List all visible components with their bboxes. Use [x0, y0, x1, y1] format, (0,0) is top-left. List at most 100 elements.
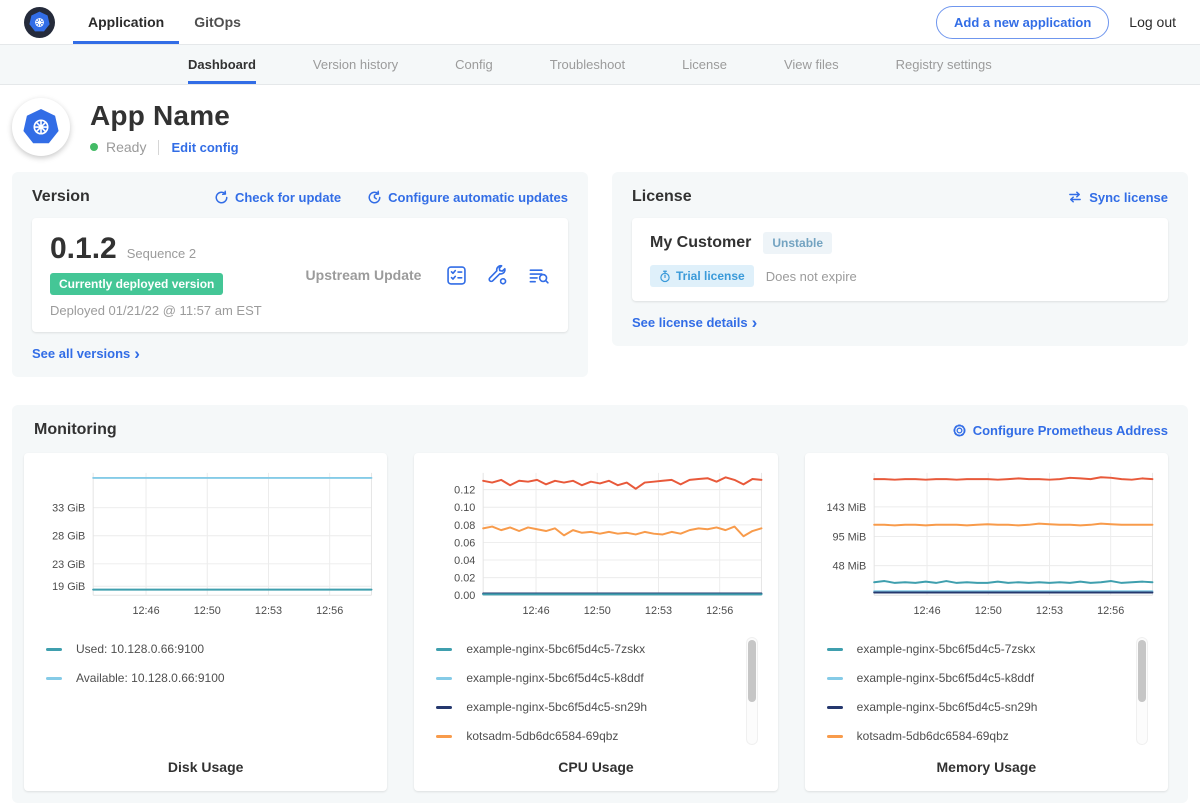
legend-label: example-nginx-5bc6f5d4c5-7zskx	[857, 642, 1036, 656]
svg-text:0.04: 0.04	[455, 555, 476, 567]
version-number: 0.1.2	[50, 232, 117, 266]
trial-license-label: Trial license	[676, 269, 745, 283]
tab-registry-settings[interactable]: Registry settings	[896, 45, 992, 84]
legend-scrollbar[interactable]	[746, 637, 758, 745]
svg-text:0.00: 0.00	[455, 590, 476, 602]
app-kubernetes-icon	[12, 98, 70, 156]
cpu-usage-title: CPU Usage	[422, 759, 769, 775]
legend-item[interactable]: example-nginx-5bc6f5d4c5-7zskx	[436, 635, 769, 664]
legend-scrollbar[interactable]	[1136, 637, 1148, 745]
deployed-version-badge: Currently deployed version	[50, 273, 223, 295]
top-nav: Application GitOps Add a new application…	[0, 0, 1200, 45]
monitoring-card: Monitoring Configure Prometheus Address …	[12, 405, 1188, 803]
monitoring-title: Monitoring	[34, 421, 117, 439]
version-card-title: Version	[32, 188, 90, 206]
configure-prometheus-link[interactable]: Configure Prometheus Address	[952, 423, 1168, 438]
check-for-update-label: Check for update	[235, 190, 341, 205]
expiry-text: Does not expire	[766, 269, 857, 284]
status-dot	[90, 143, 98, 151]
legend-item[interactable]: example-nginx-5bc6f5d4c5-k8ddf	[827, 664, 1160, 693]
svg-text:12:56: 12:56	[1097, 605, 1124, 617]
logout-button[interactable]: Log out	[1129, 14, 1176, 30]
sync-license-link[interactable]: Sync license	[1067, 190, 1168, 205]
memory-usage-chart[interactable]: 48 MiB95 MiB143 MiB12:4612:5012:5312:56	[813, 465, 1160, 623]
svg-text:12:56: 12:56	[316, 605, 343, 617]
topnav-item-gitops[interactable]: GitOps	[179, 0, 256, 44]
svg-text:12:53: 12:53	[1036, 605, 1063, 617]
memory-usage-legend: example-nginx-5bc6f5d4c5-7zskx example-ng…	[827, 635, 1160, 751]
app-subnav: Dashboard Version history Config Trouble…	[0, 45, 1200, 85]
swap-arrows-icon	[1067, 190, 1083, 204]
legend-item[interactable]: kotsadm-5db6dc6584-69qbz	[827, 722, 1160, 751]
cpu-usage-chart[interactable]: 0.000.020.040.060.080.100.1212:4612:5012…	[422, 465, 769, 623]
edit-config-link[interactable]: Edit config	[171, 140, 238, 155]
check-for-update-link[interactable]: Check for update	[214, 190, 341, 205]
legend-item[interactable]: kotsadm-5db6dc6584-69qbz	[436, 722, 769, 751]
license-card: License Sync license My Customer Unstabl…	[612, 172, 1188, 346]
tab-dashboard[interactable]: Dashboard	[188, 45, 256, 84]
legend-label: example-nginx-5bc6f5d4c5-sn29h	[857, 700, 1038, 714]
topnav-items: Application GitOps	[73, 0, 256, 44]
svg-text:28 GiB: 28 GiB	[52, 531, 85, 543]
preflight-checks-icon[interactable]	[445, 264, 468, 287]
version-card: Version Check for update	[12, 172, 588, 377]
disk-usage-title: Disk Usage	[32, 759, 379, 775]
tab-troubleshoot[interactable]: Troubleshoot	[550, 45, 625, 84]
legend-swatch	[46, 648, 62, 651]
status-text: Ready	[106, 139, 146, 155]
legend-swatch	[436, 735, 452, 738]
see-all-versions-link[interactable]: See all versions ›	[32, 346, 568, 361]
svg-text:0.08: 0.08	[455, 520, 476, 532]
release-type-label: Upstream Update	[282, 267, 445, 283]
app-header: App Name Ready Edit config	[0, 85, 1200, 172]
view-diff-icon[interactable]	[527, 264, 550, 287]
legend-label: example-nginx-5bc6f5d4c5-7zskx	[466, 642, 645, 656]
svg-text:12:53: 12:53	[645, 605, 672, 617]
channel-badge: Unstable	[763, 232, 832, 254]
page-title: App Name	[90, 100, 239, 132]
legend-scrollbar-thumb[interactable]	[1138, 640, 1146, 702]
legend-label: kotsadm-5db6dc6584-69qbz	[466, 729, 618, 743]
license-card-title: License	[632, 188, 692, 206]
tab-license[interactable]: License	[682, 45, 727, 84]
disk-usage-chart[interactable]: 19 GiB23 GiB28 GiB33 GiB12:4612:5012:531…	[32, 465, 379, 623]
svg-text:0.02: 0.02	[455, 573, 476, 585]
svg-text:19 GiB: 19 GiB	[52, 581, 85, 593]
tab-version-history[interactable]: Version history	[313, 45, 398, 84]
legend-label: Used: 10.128.0.66:9100	[76, 642, 204, 656]
legend-item[interactable]: Used: 10.128.0.66:9100	[46, 635, 379, 664]
topnav-item-application[interactable]: Application	[73, 0, 179, 44]
legend-item[interactable]: example-nginx-5bc6f5d4c5-sn29h	[827, 693, 1160, 722]
sync-license-label: Sync license	[1089, 190, 1168, 205]
legend-item[interactable]: example-nginx-5bc6f5d4c5-7zskx	[827, 635, 1160, 664]
see-license-details-link[interactable]: See license details ›	[632, 315, 1168, 330]
legend-label: Available: 10.128.0.66:9100	[76, 671, 225, 685]
add-new-application-button[interactable]: Add a new application	[936, 6, 1109, 39]
refresh-icon	[214, 190, 229, 205]
legend-item[interactable]: example-nginx-5bc6f5d4c5-k8ddf	[436, 664, 769, 693]
svg-text:12:50: 12:50	[974, 605, 1001, 617]
configure-automatic-updates-link[interactable]: Configure automatic updates	[367, 190, 568, 205]
disk-usage-panel: 19 GiB23 GiB28 GiB33 GiB12:4612:5012:531…	[24, 453, 387, 791]
config-wrench-icon[interactable]	[486, 264, 509, 287]
svg-text:0.06: 0.06	[455, 537, 476, 549]
svg-text:0.12: 0.12	[455, 485, 476, 497]
legend-scrollbar-thumb[interactable]	[748, 640, 756, 702]
trial-license-badge: Trial license	[650, 265, 754, 287]
legend-swatch	[436, 648, 452, 651]
tab-view-files[interactable]: View files	[784, 45, 839, 84]
tab-config[interactable]: Config	[455, 45, 493, 84]
stopwatch-icon	[659, 270, 671, 283]
legend-swatch	[436, 677, 452, 680]
legend-item[interactable]: example-nginx-5bc6f5d4c5-sn29h	[436, 693, 769, 722]
memory-usage-title: Memory Usage	[813, 759, 1160, 775]
legend-item[interactable]: Available: 10.128.0.66:9100	[46, 664, 379, 693]
legend-label: example-nginx-5bc6f5d4c5-k8ddf	[466, 671, 643, 685]
svg-text:12:56: 12:56	[706, 605, 733, 617]
cpu-usage-panel: 0.000.020.040.060.080.100.1212:4612:5012…	[414, 453, 777, 791]
legend-label: example-nginx-5bc6f5d4c5-sn29h	[466, 700, 647, 714]
svg-text:12:50: 12:50	[584, 605, 611, 617]
see-all-versions-label: See all versions	[32, 346, 130, 361]
configure-automatic-updates-label: Configure automatic updates	[388, 190, 568, 205]
svg-text:12:46: 12:46	[913, 605, 940, 617]
